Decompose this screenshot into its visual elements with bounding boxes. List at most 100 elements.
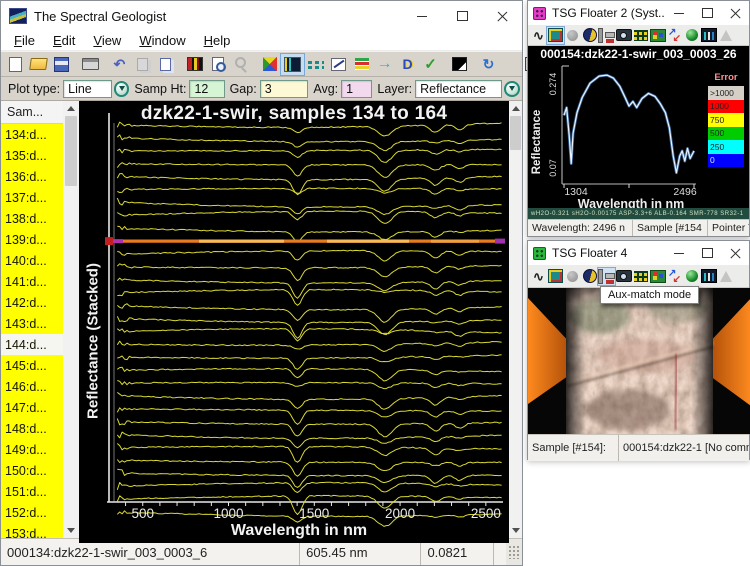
minimize-button[interactable] bbox=[402, 1, 442, 31]
arrows-icon[interactable] bbox=[666, 268, 683, 285]
chart-icon[interactable] bbox=[700, 27, 717, 44]
grid-icon[interactable] bbox=[632, 27, 649, 44]
spectra-view-icon[interactable] bbox=[281, 54, 304, 75]
maximize-button[interactable] bbox=[693, 241, 721, 265]
layers-icon[interactable] bbox=[350, 54, 373, 75]
sample-list-item[interactable]: 146:d... bbox=[1, 376, 63, 397]
camera-icon[interactable] bbox=[615, 27, 632, 44]
sample-list-item[interactable]: 152:d... bbox=[1, 502, 63, 523]
close-button[interactable] bbox=[721, 1, 749, 25]
circle-icon[interactable] bbox=[564, 27, 581, 44]
gap-field[interactable]: 3 bbox=[260, 80, 309, 98]
check-icon[interactable] bbox=[419, 54, 442, 75]
sample-list-scrollbar[interactable] bbox=[63, 101, 79, 538]
aux-match-icon[interactable] bbox=[598, 27, 615, 44]
sample-list-header[interactable]: Sam... bbox=[1, 101, 63, 124]
annotate-icon[interactable] bbox=[327, 54, 350, 75]
sample-list-item[interactable]: 144:d... bbox=[1, 334, 63, 355]
dashes-icon[interactable] bbox=[304, 54, 327, 75]
sample-list-item[interactable]: 151:d... bbox=[1, 481, 63, 502]
balance-icon[interactable] bbox=[547, 268, 564, 285]
scroll-down-icon[interactable] bbox=[509, 523, 522, 538]
chart-icon[interactable] bbox=[700, 268, 717, 285]
minimize-button[interactable] bbox=[665, 241, 693, 265]
menu-view[interactable]: View bbox=[84, 33, 130, 48]
spectra-plot-canvas[interactable] bbox=[79, 101, 509, 543]
sample-list-item[interactable]: 147:d... bbox=[1, 397, 63, 418]
sample-list-item[interactable]: 137:d... bbox=[1, 187, 63, 208]
sample-list-item[interactable]: 141:d... bbox=[1, 271, 63, 292]
scroll-up-icon[interactable] bbox=[509, 101, 522, 116]
zoom-icon[interactable] bbox=[229, 54, 252, 75]
close-button[interactable] bbox=[482, 1, 522, 31]
scroll-down-icon[interactable] bbox=[63, 523, 79, 538]
sample-list-item[interactable]: 145:d... bbox=[1, 355, 63, 376]
sample-list-item[interactable]: 136:d... bbox=[1, 166, 63, 187]
sample-list-item[interactable]: 138:d... bbox=[1, 208, 63, 229]
palette-icon[interactable] bbox=[649, 268, 666, 285]
moon-icon[interactable] bbox=[581, 27, 598, 44]
histogram-icon[interactable] bbox=[183, 54, 206, 75]
sample-list-item[interactable]: 142:d... bbox=[1, 292, 63, 313]
camera-icon[interactable] bbox=[615, 268, 632, 285]
wave-icon[interactable] bbox=[530, 268, 547, 285]
sample-list-item[interactable]: 150:d... bbox=[1, 460, 63, 481]
wave-icon[interactable] bbox=[530, 27, 547, 44]
avg-field[interactable]: 1 bbox=[341, 80, 372, 98]
samp-ht-field[interactable]: 12 bbox=[189, 80, 224, 98]
floater2-plot[interactable]: 000154:dzk22-1-swir_003_0003_26 Reflecta… bbox=[528, 46, 749, 219]
menu-window[interactable]: Window bbox=[130, 33, 194, 48]
copy-icon[interactable] bbox=[154, 54, 177, 75]
sphere-icon[interactable] bbox=[683, 27, 700, 44]
plot-type-field[interactable]: Line bbox=[63, 80, 112, 98]
balance-icon[interactable] bbox=[547, 27, 564, 44]
undo-icon[interactable] bbox=[108, 54, 131, 75]
layer-field[interactable]: Reflectance bbox=[415, 80, 502, 98]
maximize-button[interactable] bbox=[442, 1, 482, 31]
minimize-button[interactable] bbox=[665, 1, 693, 25]
plot-controls: Plot type: Line Samp Ht: 12 Gap: 3 Avg: … bbox=[1, 77, 522, 101]
menu-edit[interactable]: Edit bbox=[44, 33, 84, 48]
plot-type-dropdown-icon[interactable] bbox=[114, 81, 130, 97]
sample-list-item[interactable]: 135:d... bbox=[1, 145, 63, 166]
plot-scrollbar[interactable] bbox=[509, 101, 522, 538]
sphere-icon[interactable] bbox=[683, 268, 700, 285]
new-icon[interactable] bbox=[4, 54, 27, 75]
pyramid-icon[interactable] bbox=[717, 27, 734, 44]
maximize-button[interactable] bbox=[693, 1, 721, 25]
layer-dropdown-icon[interactable] bbox=[504, 81, 520, 97]
circle-icon[interactable] bbox=[564, 268, 581, 285]
palette-icon[interactable] bbox=[649, 27, 666, 44]
scrollbar-thumb[interactable] bbox=[65, 116, 78, 186]
refresh-icon[interactable] bbox=[477, 54, 500, 75]
save-icon[interactable] bbox=[50, 54, 73, 75]
open-icon[interactable] bbox=[27, 54, 50, 75]
paste-icon[interactable] bbox=[131, 54, 154, 75]
sample-list-item[interactable]: 140:d... bbox=[1, 250, 63, 271]
samp-ht-label: Samp Ht: bbox=[134, 82, 186, 96]
scroll-up-icon[interactable] bbox=[63, 101, 79, 116]
sample-list-item[interactable]: 149:d... bbox=[1, 439, 63, 460]
menu-help[interactable]: Help bbox=[195, 33, 240, 48]
pinwheel-icon[interactable] bbox=[258, 54, 281, 75]
spectra-plot[interactable]: dzk22-1-swir, samples 134 to 164 Reflect… bbox=[79, 101, 509, 543]
aux-match-icon[interactable] bbox=[598, 268, 615, 285]
arrow-right-icon[interactable] bbox=[373, 54, 396, 75]
sample-list-item[interactable]: 143:d... bbox=[1, 313, 63, 334]
find-page-icon[interactable] bbox=[206, 54, 229, 75]
close-button[interactable] bbox=[721, 241, 749, 265]
grid-icon[interactable] bbox=[632, 268, 649, 285]
letter-d-icon[interactable] bbox=[396, 54, 419, 75]
print-icon[interactable] bbox=[79, 54, 102, 75]
resize-grip-icon[interactable] bbox=[508, 545, 520, 559]
sample-list-item[interactable]: 148:d... bbox=[1, 418, 63, 439]
core-image-panel[interactable]: Aux-match mode bbox=[528, 288, 749, 434]
menu-file[interactable]: File bbox=[5, 33, 44, 48]
sample-list-item[interactable]: 134:d... bbox=[1, 124, 63, 145]
scrollbar-thumb[interactable] bbox=[510, 116, 520, 150]
moon-icon[interactable] bbox=[581, 268, 598, 285]
pyramid-icon[interactable] bbox=[717, 268, 734, 285]
contrast-icon[interactable] bbox=[448, 54, 471, 75]
arrows-icon[interactable] bbox=[666, 27, 683, 44]
sample-list-item[interactable]: 139:d... bbox=[1, 229, 63, 250]
